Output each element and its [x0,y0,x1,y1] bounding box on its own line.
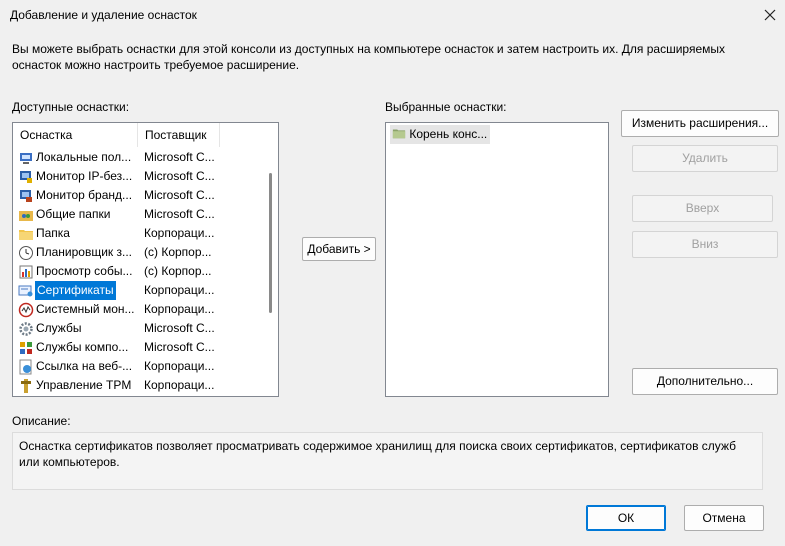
list-item-vendor: Корпораци... [144,378,215,392]
selected-label: Выбранные оснастки: [385,100,507,114]
list-item-name: Системный мон... [36,302,135,316]
list-item-vendor: (c) Корпор... [144,264,212,278]
window-title: Добавление и удаление оснасток [10,8,197,22]
event-viewer-icon [19,265,33,279]
list-item-vendor: Microsoft C... [144,321,215,335]
column-header-name[interactable]: Оснастка [13,123,138,147]
cancel-button[interactable]: Отмена [684,505,764,531]
list-item-vendor: Корпораци... [144,226,215,240]
list-item-vendor: Microsoft C... [144,188,215,202]
firewall-icon [20,190,32,202]
add-button[interactable]: Добавить > [302,237,376,261]
list-item-vendor: (c) Корпор... [144,245,212,259]
folder-icon [19,230,33,240]
list-item[interactable]: Планировщик з... (c) Корпор... [13,243,263,262]
list-item-name: Корень конс... [409,127,488,141]
advanced-button[interactable]: Дополнительно... [632,368,778,395]
shared-folders-icon [19,211,33,221]
list-item-vendor: Microsoft C... [144,169,215,183]
list-item-name: Папка [36,226,70,240]
list-item[interactable]: Службы Microsoft C... [13,319,263,338]
list-item[interactable]: Общие папки Microsoft C... [13,205,263,224]
system-monitor-icon [18,302,34,318]
ok-button[interactable]: ОК [586,505,666,531]
list-item-vendor: Microsoft C... [144,340,215,354]
column-header-vendor[interactable]: Поставщик [138,123,220,147]
list-item[interactable]: Локальные пол... Microsoft C... [13,148,263,167]
available-label: Доступные оснастки: [12,100,130,114]
component-services-icon [20,342,32,354]
list-item-name: Сертификаты [35,281,116,300]
intro-text: Вы можете выбрать оснастки для этой конс… [12,42,726,72]
list-item[interactable]: Службы компо... Microsoft C... [13,338,263,357]
ip-security-icon [20,171,32,183]
list-item-vendor: Корпораци... [144,302,215,316]
list-item[interactable]: Ссылка на веб-... Корпораци... [13,357,263,376]
list-item[interactable]: Монитор IP-без... Microsoft C... [13,167,263,186]
gear-icon [19,322,33,336]
list-item[interactable]: Системный мон... Корпораци... [13,300,263,319]
move-down-button[interactable]: Вниз [632,231,778,258]
console-root-folder-icon [392,129,406,139]
close-icon [764,9,776,21]
description-text: Оснастка сертификатов позволяет просматр… [12,432,763,490]
list-item-name: Локальные пол... [36,150,132,164]
close-button[interactable] [758,3,782,27]
tpm-icon [21,379,31,393]
list-item-vendor: Корпораци... [144,283,215,297]
selected-snapins-list[interactable]: Корень конс... [385,122,609,397]
clock-icon [19,246,33,260]
description-label: Описание: [12,414,71,428]
list-scrollbar-thumb[interactable] [269,173,272,313]
certificate-icon [18,285,33,297]
policy-icon [20,153,32,164]
available-snapins-list[interactable]: Оснастка Поставщик Локальные пол... Micr… [12,122,279,397]
list-item[interactable]: Монитор бранд... Microsoft C... [13,186,263,205]
list-item-name: Службы [36,321,82,335]
list-item-name: Планировщик з... [36,245,133,259]
list-item-name: Службы компо... [36,340,129,354]
list-item-console-root[interactable]: Корень конс... [390,125,491,144]
list-item[interactable]: Просмотр собы... (c) Корпор... [13,262,263,281]
list-item-vendor: Microsoft C... [144,207,215,221]
list-item-selected[interactable]: Сертификаты Корпораци... [13,281,263,300]
list-item[interactable]: Управление TPM Корпораци... [13,376,263,395]
list-item-name: Общие папки [36,207,111,221]
list-item-vendor: Корпораци... [144,359,215,373]
list-item-vendor: Microsoft C... [144,150,215,164]
web-link-icon [19,359,32,375]
list-item-name: Управление TPM [36,378,132,392]
edit-extensions-button[interactable]: Изменить расширения... [621,110,779,137]
remove-button[interactable]: Удалить [632,145,778,172]
list-item-name: Просмотр собы... [36,264,133,278]
list-item-name: Монитор бранд... [36,188,133,202]
move-up-button[interactable]: Вверх [632,195,773,222]
list-item[interactable]: Папка Корпораци... [13,224,263,243]
list-item-name: Монитор IP-без... [36,169,133,183]
list-item-name: Ссылка на веб-... [36,359,133,373]
